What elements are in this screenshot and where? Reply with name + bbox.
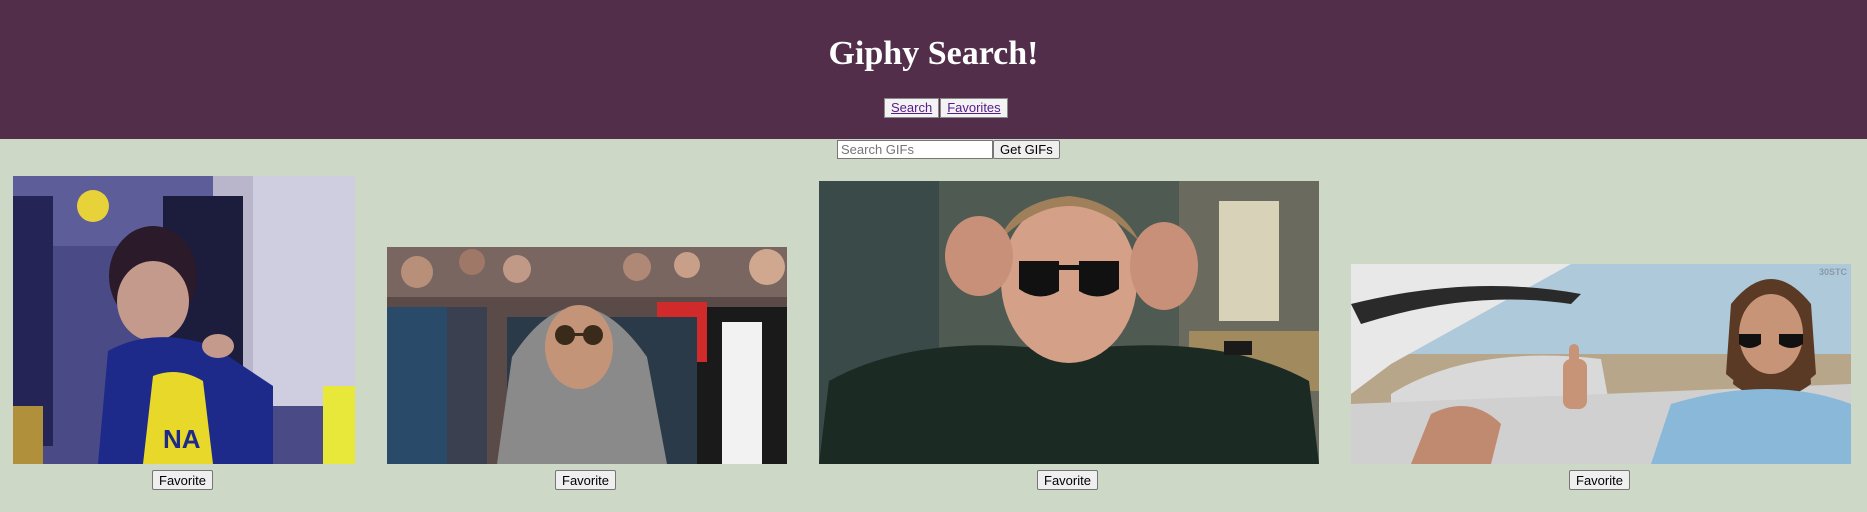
favorite-button-3[interactable]: Favorite [1037, 470, 1098, 490]
gif-image-convertible: 30STC [1351, 264, 1851, 464]
favorite-button-2[interactable]: Favorite [555, 470, 616, 490]
page-title: Giphy Search! [828, 35, 1039, 72]
nav-favorites-link[interactable]: Favorites [940, 98, 1008, 118]
search-input[interactable] [837, 140, 993, 159]
gif-result-3 [819, 181, 1319, 464]
gif-image-sunglasses [819, 181, 1319, 464]
svg-text:NA: NA [163, 424, 201, 454]
watermark-text: 30STC [1819, 267, 1848, 277]
page-header: Giphy Search! Search Favorites [0, 0, 1867, 139]
favorite-button-4[interactable]: Favorite [1569, 470, 1630, 490]
nav-search-link[interactable]: Search [884, 98, 940, 118]
search-form: Get GIFs [837, 140, 1060, 159]
get-gifs-button[interactable]: Get GIFs [993, 140, 1060, 159]
gif-result-1: NA [13, 176, 355, 464]
gif-image-hoodie [387, 247, 787, 464]
favorite-button-1[interactable]: Favorite [152, 470, 213, 490]
nav-bar: Search Favorites [884, 98, 1009, 118]
gif-result-4: 30STC [1351, 264, 1851, 464]
gif-result-2 [387, 247, 787, 464]
gif-image-boy: NA [13, 176, 355, 464]
